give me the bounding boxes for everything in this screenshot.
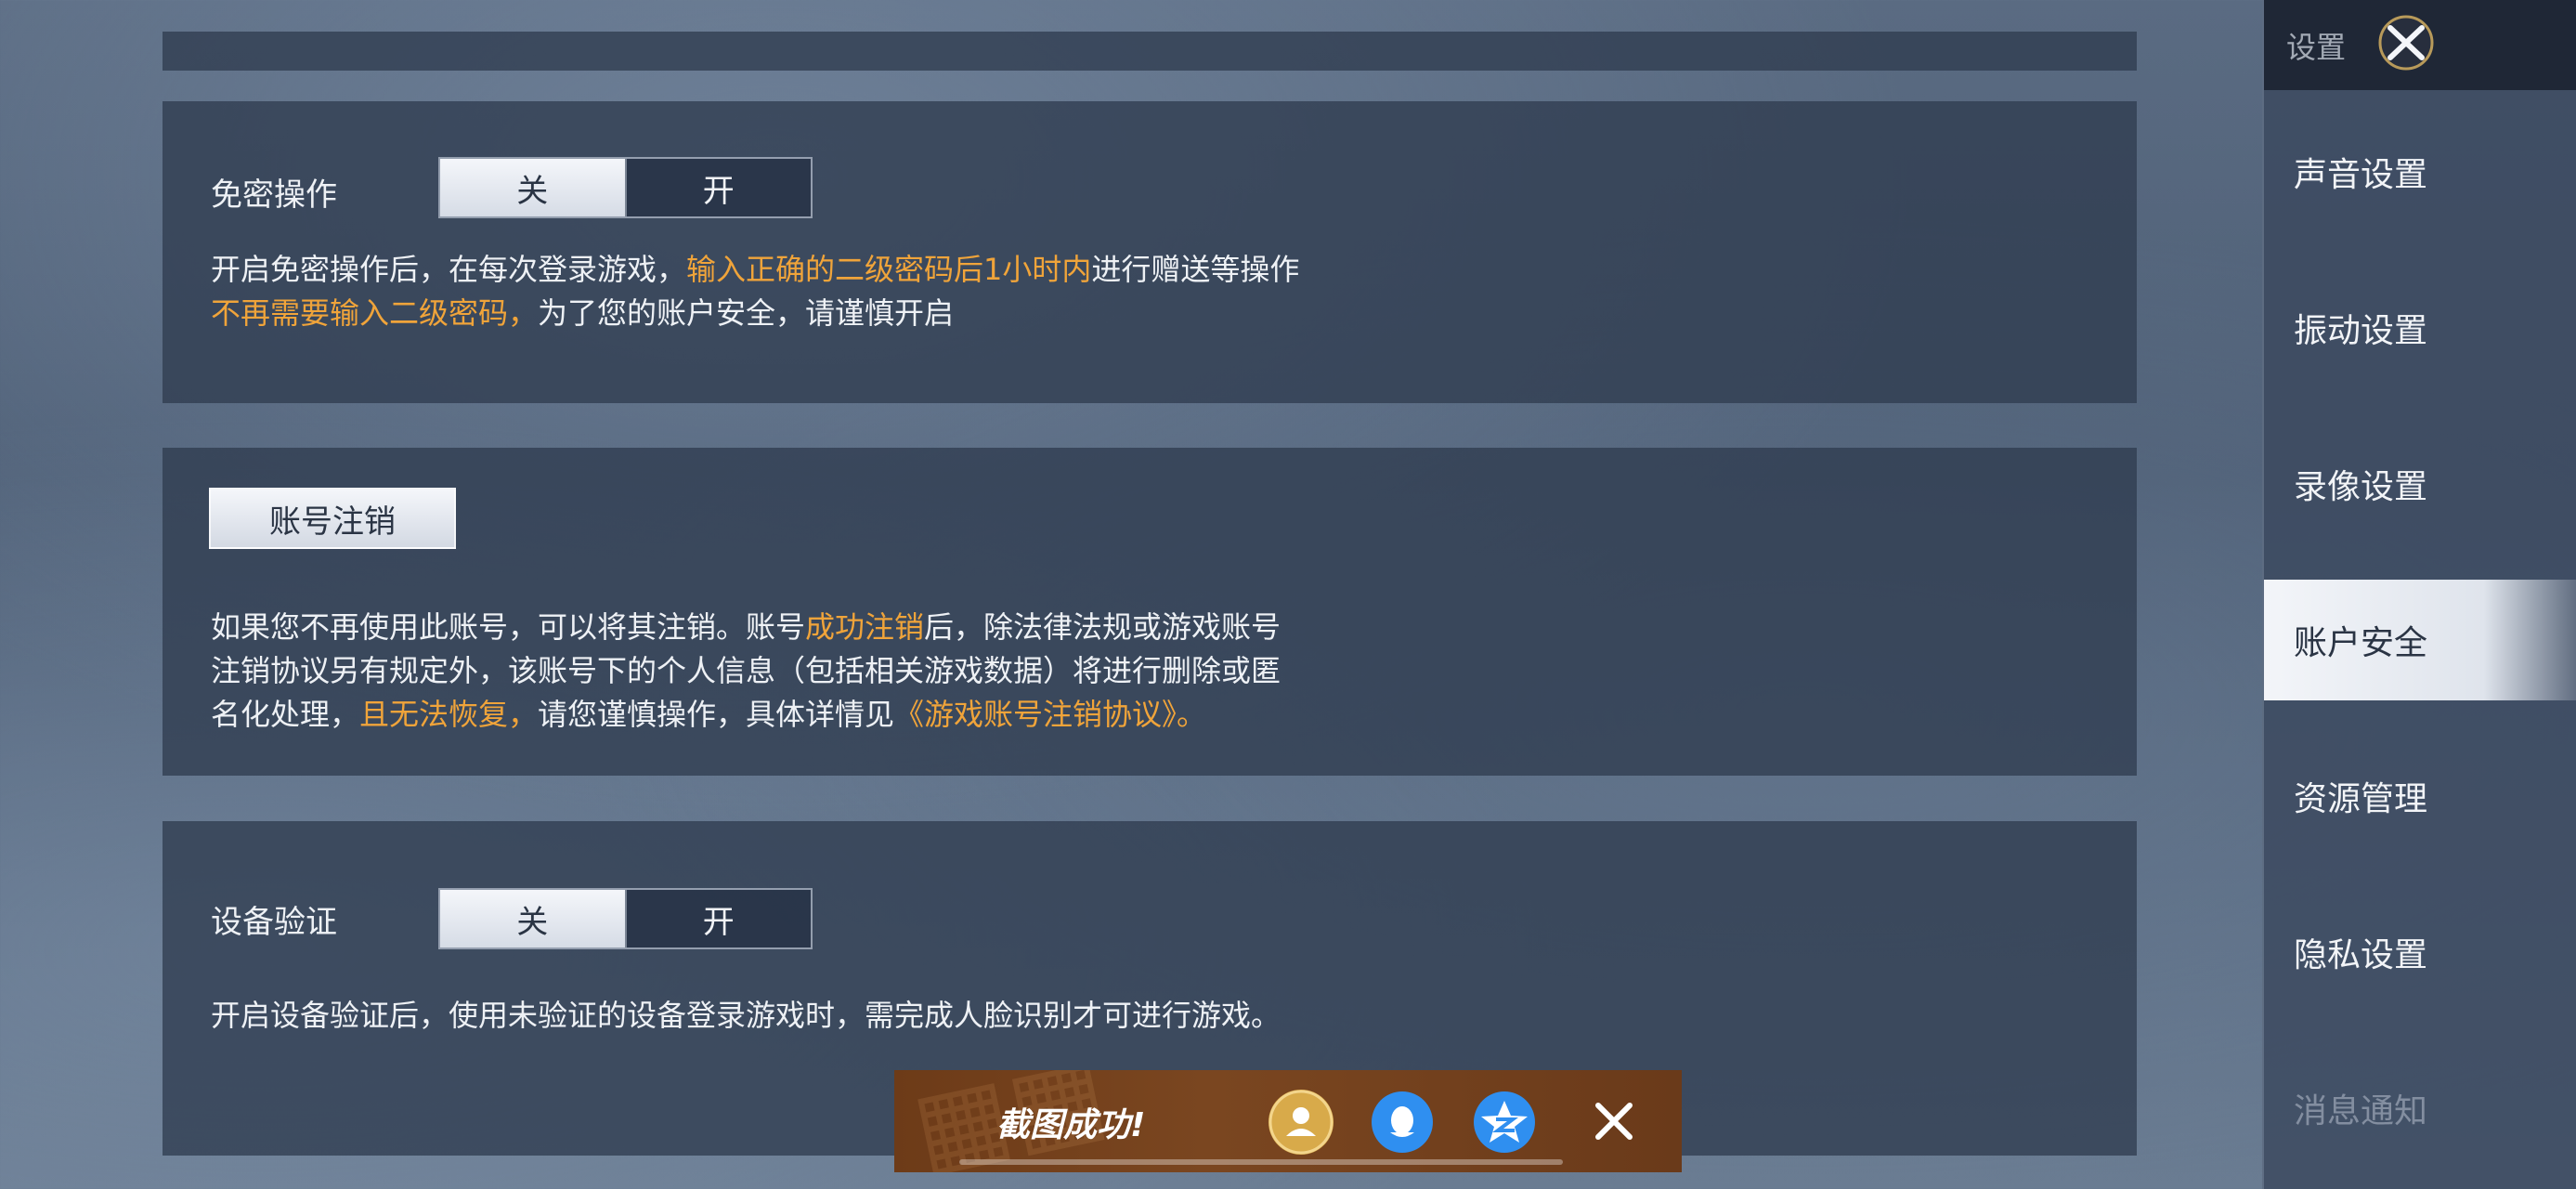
desc-highlight: 成功注销 [805, 609, 925, 645]
device-verify-label: 设备验证 [211, 904, 337, 941]
desc-highlight: 且无法恢复， [359, 697, 539, 732]
desc-text: 为了您的账户安全，请谨慎开启 [538, 295, 955, 331]
sidebar-item-notifications[interactable]: 消息通知 [2264, 1048, 2576, 1169]
device-verify-off-option[interactable]: 关 [440, 890, 625, 947]
settings-panel-partial [163, 32, 2137, 71]
device-verify-toggle[interactable]: 关 开 [438, 888, 813, 949]
sidebar-item-resources[interactable]: 资源管理 [2264, 736, 2576, 856]
sidebar-item-vibration[interactable]: 振动设置 [2264, 268, 2576, 388]
account-cancel-button[interactable]: 账号注销 [209, 488, 456, 549]
password-free-description: 开启免密操作后，在每次登录游戏，输入正确的二级密码后1小时内进行赠送等操作 不再… [211, 248, 1299, 335]
toast-message: 截图成功! [996, 1106, 1146, 1144]
qzone-icon[interactable] [1472, 1090, 1537, 1155]
sidebar-header: 设置 [2264, 0, 2576, 90]
sidebar-item-privacy[interactable]: 隐私设置 [2264, 892, 2576, 1013]
sidebar-item-recording[interactable]: 录像设置 [2264, 424, 2576, 544]
desc-text: 请您谨慎操作，具体详情见 [538, 697, 895, 732]
device-verify-description: 开启设备验证后，使用未验证的设备登录游戏时，需完成人脸识别才可进行游戏。 [211, 998, 1281, 1033]
desc-text: 进行赠送等操作 [1091, 252, 1300, 287]
device-verify-on-option[interactable]: 开 [624, 890, 811, 947]
toast-close-icon[interactable] [1583, 1091, 1645, 1152]
desc-text: 名化处理， [211, 697, 360, 732]
sidebar-item-sound[interactable]: 声音设置 [2264, 111, 2576, 232]
sidebar-title: 设置 [2286, 30, 2347, 65]
friends-icon[interactable] [1268, 1090, 1334, 1155]
desc-highlight: 输入正确的二级密码后1小时内 [686, 252, 1092, 287]
password-free-section: 免密操作 关 开 开启免密操作后，在每次登录游戏，输入正确的二级密码后1小时内进… [163, 101, 2137, 403]
desc-text: 如果您不再使用此账号，可以将其注销。账号 [211, 609, 806, 645]
desc-text: 后，除法律法规或游戏账号 [924, 609, 1281, 645]
password-free-toggle[interactable]: 关 开 [438, 157, 813, 218]
desc-text: 开启免密操作后，在每次登录游戏， [211, 252, 687, 287]
desc-highlight: 不再需要输入二级密码， [211, 295, 539, 331]
screenshot-toast: ▦▦ 截图成功! [894, 1070, 1682, 1172]
sidebar-item-account-security[interactable]: 账户安全 [2264, 580, 2576, 700]
password-free-label: 免密操作 [211, 176, 337, 214]
qq-icon[interactable] [1370, 1090, 1435, 1155]
settings-sidebar: 设置 声音设置 振动设置 录像设置 账户安全 资源管理 隐私设置 消息通知 [2262, 0, 2576, 1189]
account-cancel-description: 如果您不再使用此账号，可以将其注销。账号成功注销后，除法律法规或游戏账号 注销协… [211, 606, 1281, 737]
desc-text: 注销协议另有规定外，该账号下的个人信息（包括相关游戏数据）将进行删除或匿 [211, 653, 1281, 688]
close-icon[interactable] [2375, 15, 2437, 71]
cancel-agreement-link[interactable]: 《游戏账号注销协议》。 [894, 697, 1206, 732]
toast-progress-bar [959, 1159, 1563, 1165]
password-free-off-option[interactable]: 关 [440, 159, 625, 216]
account-cancel-section: 账号注销 如果您不再使用此账号，可以将其注销。账号成功注销后，除法律法规或游戏账… [163, 448, 2137, 776]
password-free-on-option[interactable]: 开 [624, 159, 811, 216]
